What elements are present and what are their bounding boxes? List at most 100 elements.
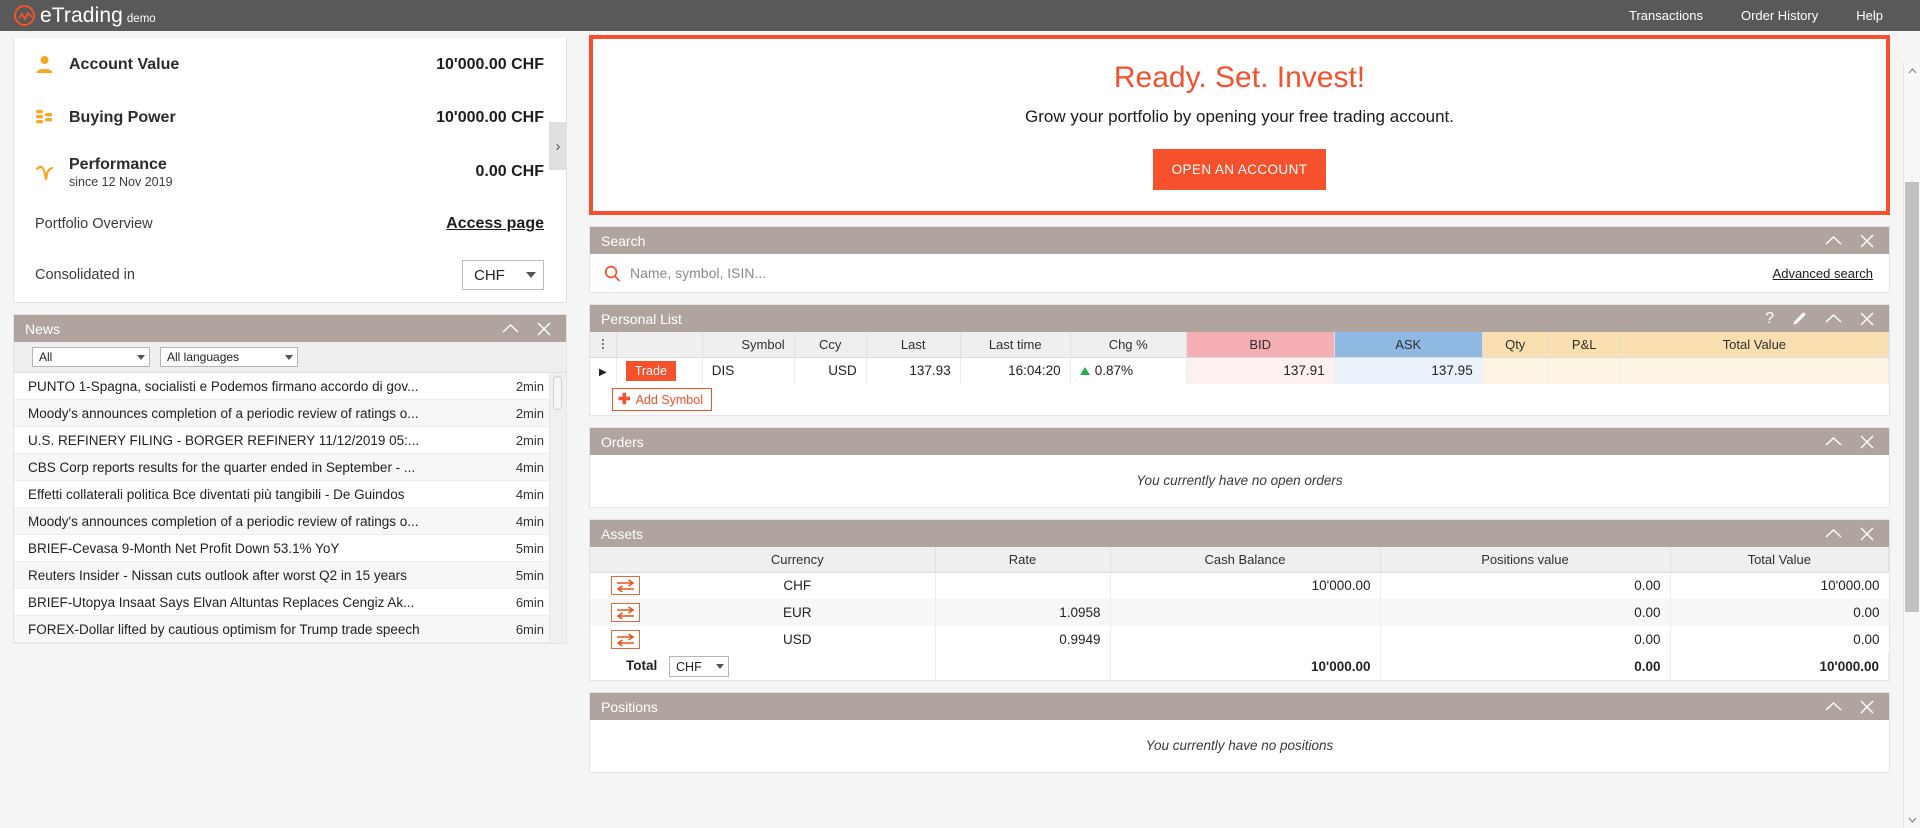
performance-since: since 12 Nov 2019 (69, 174, 173, 189)
window-scrollbar[interactable] (1903, 62, 1920, 828)
collapse-icon[interactable] (1825, 701, 1842, 712)
news-item-title: BRIEF-Utopya Insaat Says Elvan Altuntas … (28, 594, 415, 610)
swap-cell[interactable] (590, 626, 660, 653)
th-ask[interactable]: ASK (1334, 332, 1483, 358)
bid-cell: 137.91 (1186, 357, 1335, 384)
close-icon[interactable] (1860, 527, 1874, 541)
th-positions-value[interactable]: Positions value (1380, 547, 1671, 573)
news-item-time: 6min (515, 594, 544, 610)
news-scrollbar-track[interactable] (549, 373, 566, 643)
orders-empty-message: You currently have no open orders (1136, 473, 1343, 488)
currency-cell: CHF (660, 572, 936, 599)
th-ccy[interactable]: Ccy (794, 332, 867, 358)
close-icon[interactable] (1860, 234, 1874, 248)
news-language-select[interactable]: All languages (160, 347, 298, 367)
consolidated-currency-select[interactable]: CHF (462, 260, 544, 290)
chevron-down-icon (137, 354, 145, 360)
swap-cell[interactable] (590, 599, 660, 626)
th-pl[interactable]: P&L (1548, 332, 1621, 358)
chevron-down-icon (716, 664, 725, 669)
nav-transactions[interactable]: Transactions (1610, 8, 1722, 23)
open-an-account-button[interactable]: OPEN AN ACCOUNT (1152, 148, 1327, 190)
th-last[interactable]: Last (866, 332, 961, 358)
list-item[interactable]: CBS Corp reports results for the quarter… (14, 454, 566, 481)
search-panel-tools (1825, 234, 1880, 248)
collapse-icon[interactable] (1825, 313, 1842, 324)
collapse-icon[interactable] (1825, 436, 1842, 447)
table-row[interactable]: CHF 10'000.00 0.00 10'000.00 (590, 572, 1889, 599)
portfolio-overview-row: Portfolio Overview Access page (14, 200, 566, 248)
th-qty[interactable]: Qty (1482, 332, 1549, 358)
th-total-value[interactable]: Total Value (1670, 547, 1889, 573)
th-chg-pct[interactable]: Chg % (1070, 332, 1187, 358)
news-item-title: CBS Corp reports results for the quarter… (28, 459, 416, 475)
trade-cell[interactable]: Trade (616, 357, 703, 384)
swap-cell[interactable] (590, 572, 660, 599)
th-bid[interactable]: BID (1186, 332, 1335, 358)
news-panel-tools (502, 322, 557, 336)
search-input[interactable] (626, 265, 1773, 281)
performance-title: Performance (69, 155, 167, 173)
assets-table: Currency Rate Cash Balance Positions val… (590, 547, 1889, 680)
th-last-time[interactable]: Last time (960, 332, 1071, 358)
currency-swap-icon[interactable] (610, 630, 640, 649)
th-rate[interactable]: Rate (935, 547, 1111, 573)
chg-pct-cell: 0.87% (1070, 357, 1187, 384)
currency-cell: EUR (660, 599, 936, 626)
nav-order-history[interactable]: Order History (1722, 8, 1837, 23)
close-icon[interactable] (1860, 700, 1874, 714)
list-item[interactable]: FOREX-Dollar lifted by cautious optimism… (14, 616, 566, 643)
access-page-link[interactable]: Access page (446, 215, 544, 233)
currency-swap-icon[interactable] (610, 576, 640, 596)
table-row[interactable]: ▶ Trade DIS USD 137.93 16:04:20 0.87% 13… (590, 357, 1890, 384)
list-item[interactable]: Reuters Insider - Nissan cuts outlook af… (14, 562, 566, 589)
list-item[interactable]: U.S. REFINERY FILING - BORGER REFINERY 1… (14, 427, 566, 454)
collapse-icon[interactable] (1825, 235, 1842, 246)
list-item[interactable]: BRIEF-Utopya Insaat Says Elvan Altuntas … (14, 589, 566, 616)
close-icon[interactable] (1860, 312, 1874, 326)
expand-arrow-icon[interactable]: ▶ (599, 367, 607, 378)
total-value-cell: 10'000.00 (1820, 578, 1880, 594)
table-row[interactable]: USD 0.9949 0.00 0.00 (590, 626, 1889, 653)
performance-amount: 0.00 CHF (475, 163, 544, 180)
th-action[interactable] (616, 332, 703, 358)
column-options-icon[interactable] (599, 339, 607, 350)
nav-help[interactable]: Help (1837, 8, 1902, 23)
close-icon[interactable] (1860, 435, 1874, 449)
help-icon[interactable]: ? (1765, 310, 1774, 328)
scroll-down-arrow-icon[interactable] (1904, 811, 1920, 828)
brand-logo-group[interactable]: eTrading demo (0, 4, 156, 28)
list-item[interactable]: PUNTO 1-Spagna, socialisti e Podemos fir… (14, 373, 566, 400)
th-currency[interactable]: Currency (660, 547, 936, 573)
total-label-cell: Total CHF (590, 653, 936, 680)
currency-swap-icon[interactable] (610, 603, 640, 622)
edit-pencil-icon[interactable] (1792, 311, 1807, 326)
table-row[interactable]: EUR 1.0958 0.00 0.00 (590, 599, 1889, 626)
scrollbar-thumb[interactable] (1905, 182, 1919, 612)
column-options-cell[interactable] (590, 332, 617, 358)
list-item[interactable]: BRIEF-Cevasa 9-Month Net Profit Down 53.… (14, 535, 566, 562)
advanced-search-link[interactable]: Advanced search (1773, 266, 1873, 281)
orders-panel-title: Orders (601, 433, 644, 450)
performance-icon (35, 163, 69, 182)
scroll-up-arrow-icon[interactable] (1904, 62, 1920, 79)
panel-expand-handle[interactable]: › (549, 122, 567, 170)
account-summary-card: Account Value 10'000.00 CHF Buying Power… (13, 38, 567, 303)
qty-cell (1482, 357, 1549, 384)
assets-total-currency-select[interactable]: CHF (669, 656, 730, 677)
news-scrollbar-thumb[interactable] (553, 376, 562, 410)
add-symbol-button[interactable]: ✚ Add Symbol (612, 388, 712, 411)
news-category-select[interactable]: All (32, 347, 150, 367)
trade-button[interactable]: Trade (625, 360, 676, 381)
th-symbol[interactable]: Symbol (702, 332, 795, 358)
collapse-icon[interactable] (502, 323, 519, 334)
assets-panel-tools (1825, 527, 1880, 541)
th-cash-balance[interactable]: Cash Balance (1110, 547, 1381, 573)
close-icon[interactable] (537, 322, 551, 336)
list-item[interactable]: Moody's announces completion of a period… (14, 508, 566, 535)
list-item[interactable]: Moody's announces completion of a period… (14, 400, 566, 427)
th-total-value[interactable]: Total Value (1620, 332, 1890, 358)
list-item[interactable]: Effetti collaterali politica Bce diventa… (14, 481, 566, 508)
collapse-icon[interactable] (1825, 528, 1842, 539)
row-expand-cell[interactable]: ▶ (590, 357, 617, 384)
